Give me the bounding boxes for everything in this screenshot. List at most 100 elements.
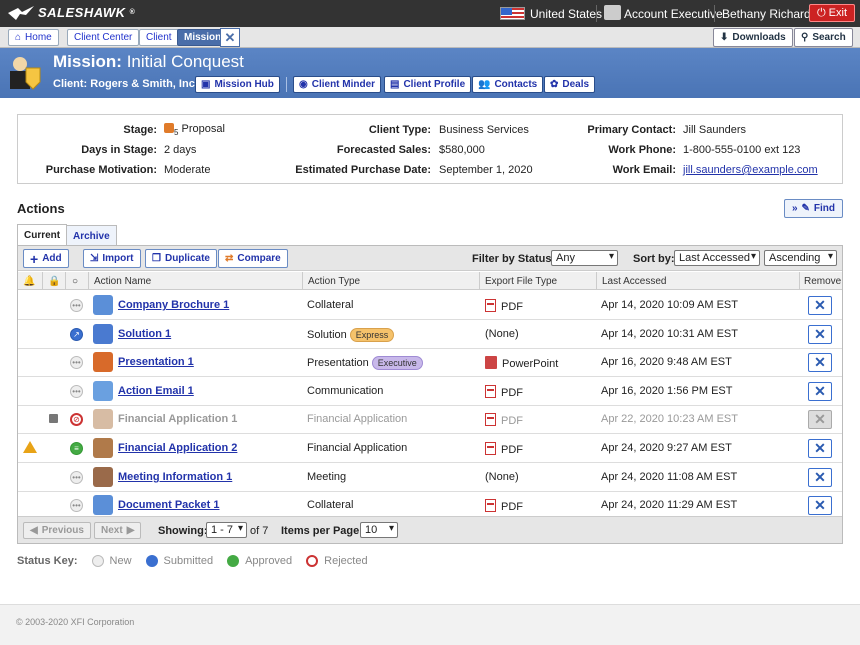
action-name-link[interactable]: Financial Application 2 (118, 442, 237, 454)
approved-status-icon: ≡ (70, 442, 83, 455)
remove-button[interactable]: ✕ (808, 381, 832, 401)
table-row[interactable]: ↗ Solution 1 Solution Express (None) Apr 14, … (18, 320, 842, 349)
find-button[interactable]: » ✎ Find (784, 199, 843, 218)
brand-name: SalesHawk (38, 5, 126, 20)
action-name-link[interactable]: Meeting Information 1 (118, 471, 232, 483)
client-minder-label: Client Minder (311, 79, 376, 90)
column-divider (596, 272, 597, 290)
new-status-icon: ••• (70, 470, 83, 484)
action-name-link[interactable]: Solution 1 (118, 328, 171, 340)
breadcrumb-client-center[interactable]: Client Center (67, 29, 140, 46)
last-accessed-cell: Apr 14, 2020 10:09 AM EST (601, 299, 738, 311)
contacts-icon: 👥 (478, 79, 491, 90)
forecast-label: Forecasted Sales: (336, 144, 431, 156)
table-row[interactable]: ••• Action Email 1 Communication PDF Apr 16,… (18, 377, 842, 406)
action-name-link[interactable]: Document Packet 1 (118, 499, 219, 511)
next-page-button[interactable]: Next ▶ (94, 522, 142, 539)
client-name: Rogers & Smith, Inc. (90, 78, 198, 90)
remove-button[interactable]: ✕ (808, 496, 832, 516)
column-divider (479, 272, 480, 290)
prev-page-button[interactable]: ◀ Previous (23, 522, 91, 539)
hub-icon: ▣ (201, 79, 211, 90)
compare-button[interactable]: ⇄ Compare (218, 249, 288, 268)
client-minder-button[interactable]: ◉ Client Minder (293, 76, 382, 93)
pdf-icon (485, 299, 496, 312)
col-action-name[interactable]: Action Name (94, 276, 151, 287)
order-value: Ascending (769, 252, 821, 264)
action-type: Collateral (307, 299, 354, 311)
action-type-cell: Meeting (307, 471, 346, 483)
export-type-cell: PDF (485, 442, 523, 456)
new-status-icon: ••• (70, 384, 83, 398)
table-row[interactable]: ≡ Financial Application 2 Financial Applic… (18, 434, 842, 463)
email-link[interactable]: jill.saunders@example.com (683, 164, 818, 176)
role-selector[interactable]: Account Executive (624, 7, 723, 21)
remove-button[interactable]: ✕ (808, 296, 832, 315)
brand-logo[interactable]: SalesHawk ® (8, 5, 135, 20)
ipp-select[interactable]: 10 (360, 522, 398, 538)
status-column-icon: ○ (72, 276, 79, 287)
remove-button[interactable]: ✕ (808, 439, 832, 458)
warning-icon (23, 441, 37, 453)
export-type: (None) (485, 327, 519, 340)
table-row[interactable]: ••• Presentation 1 Presentation Executive Po… (18, 348, 842, 378)
order-select[interactable]: Ascending (764, 250, 837, 266)
country-selector[interactable]: United States (530, 7, 602, 21)
breadcrumb-client[interactable]: Client (139, 29, 179, 46)
showing-select[interactable]: 1 - 7 (206, 522, 247, 538)
col-last-accessed[interactable]: Last Accessed (602, 276, 666, 287)
filter-select[interactable]: Any (551, 250, 618, 266)
downloads-button[interactable]: ⬇ Downloads (713, 28, 793, 47)
action-type-icon (93, 495, 113, 516)
download-icon: ⬇ (720, 32, 729, 43)
duplicate-icon: ❐ (152, 253, 161, 264)
export-type-cell: PowerPoint (485, 356, 558, 370)
contact-value: Jill Saunders (683, 124, 746, 136)
search-button[interactable]: ⚲ Search (794, 28, 853, 47)
last-accessed-cell: Apr 24, 2020 9:27 AM EST (601, 442, 732, 454)
us-flag-icon (500, 7, 525, 20)
pdf-icon (485, 413, 496, 427)
hawk-icon (8, 5, 34, 20)
import-button[interactable]: ⇲ Import (83, 249, 141, 268)
add-button[interactable]: + Add (23, 249, 69, 268)
duplicate-button[interactable]: ❐ Duplicate (145, 249, 217, 268)
remove-button[interactable]: ✕ (808, 324, 832, 344)
action-type: Financial Application (307, 413, 408, 426)
table-row[interactable]: ⊘ Financial Application 1 Financial Applic… (18, 405, 842, 435)
sort-select[interactable]: Last Accessed (674, 250, 760, 266)
breadcrumb-home[interactable]: ⌂ Home (8, 29, 59, 46)
close-mission-button[interactable]: ✕ (220, 28, 240, 47)
export-type-cell: (None) (485, 471, 519, 483)
contacts-button[interactable]: 👥 Contacts (472, 76, 544, 93)
action-name-link[interactable]: Action Email 1 (118, 385, 194, 397)
deals-icon: ✿ (550, 79, 559, 90)
mission-hub-label: Mission Hub (214, 79, 274, 90)
col-action-type[interactable]: Action Type (308, 276, 360, 287)
table-row[interactable]: ••• Company Brochure 1 Collateral PDF Apr 14… (18, 291, 842, 320)
table-row[interactable]: ••• Meeting Information 1 Meeting (None) Apr… (18, 463, 842, 492)
prev-label: Previous (41, 525, 84, 536)
exit-button[interactable]: ⏻ Exit (809, 4, 855, 22)
mission-info-panel: Stage: 5 Proposal Days in Stage: 2 days … (17, 114, 843, 184)
tab-current[interactable]: Current (17, 224, 68, 245)
est-date-value: September 1, 2020 (439, 164, 533, 176)
mission-hub-button[interactable]: ▣ Mission Hub (195, 76, 280, 93)
action-type: Meeting (307, 470, 347, 483)
table-header: 🔔 🔒 ○ Action Name Action Type Export Fil… (18, 272, 842, 290)
remove-button[interactable]: ✕ (808, 353, 832, 373)
remove-button[interactable]: ✕ (808, 467, 832, 487)
action-name-link[interactable]: Presentation 1 (118, 356, 194, 368)
col-export-type[interactable]: Export File Type (485, 276, 557, 287)
export-type-cell: PDF (485, 499, 523, 513)
contact-label: Primary Contact: (587, 124, 676, 136)
submitted-status-icon: ↗ (70, 327, 83, 341)
client-profile-button[interactable]: ▤ Client Profile (384, 76, 472, 93)
action-name-link[interactable]: Company Brochure 1 (118, 299, 229, 311)
deals-button[interactable]: ✿ Deals (544, 76, 596, 93)
client-line: Client: Rogers & Smith, Inc. (53, 78, 198, 90)
sort-value: Last Accessed (679, 252, 750, 264)
status-key: Status Key: New Submitted Approved Rejec… (17, 555, 368, 567)
tab-archive[interactable]: Archive (66, 225, 117, 245)
duplicate-label: Duplicate (164, 253, 210, 264)
